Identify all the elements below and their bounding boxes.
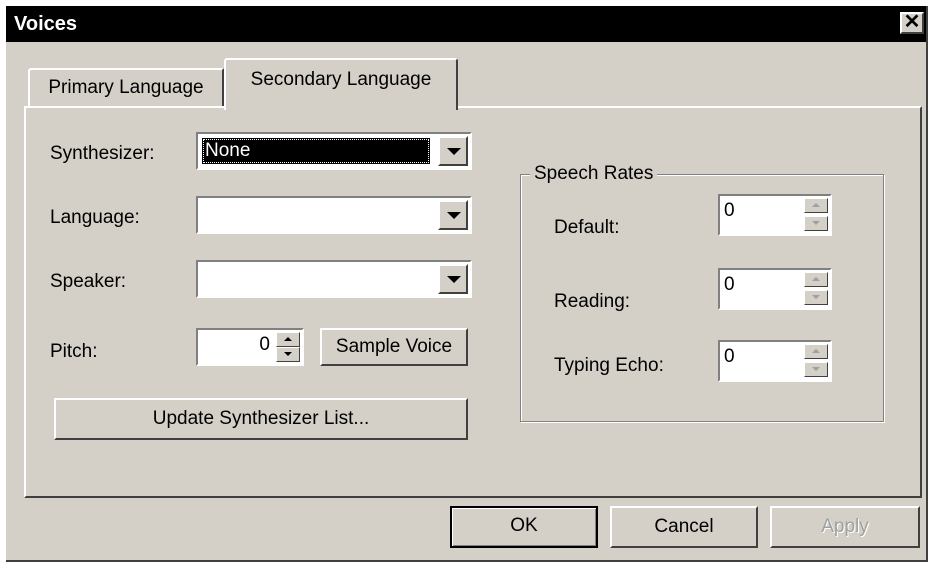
typing-echo-rate-value: 0 [724, 346, 735, 367]
pitch-field[interactable]: 0 [196, 328, 304, 366]
language-label: Language: [50, 207, 140, 228]
default-rate-label: Default: [554, 217, 620, 238]
tab-primary-language[interactable]: Primary Language [28, 68, 224, 108]
ok-button[interactable]: OK [450, 506, 598, 548]
typing-echo-rate-spinner[interactable] [804, 344, 828, 380]
sample-voice-button[interactable]: Sample Voice [320, 328, 468, 366]
tab-secondary-language[interactable]: Secondary Language [224, 58, 458, 110]
update-synthesizer-list-button[interactable]: Update Synthesizer List... [54, 398, 468, 440]
default-rate-spinner[interactable] [804, 198, 828, 234]
chevron-down-icon[interactable] [438, 136, 468, 166]
cancel-button[interactable]: Cancel [610, 506, 758, 548]
reading-rate-label: Reading: [554, 291, 631, 312]
synthesizer-combobox[interactable]: None [196, 132, 472, 170]
speaker-combobox[interactable] [196, 260, 472, 298]
speech-rates-title: Speech Rates [530, 162, 658, 186]
speaker-label: Speaker: [50, 271, 127, 292]
spin-down-icon[interactable] [804, 290, 828, 305]
spin-down-icon[interactable] [276, 347, 300, 362]
voices-dialog: Voices ✕ Primary Language Secondary Lang… [6, 6, 928, 562]
synthesizer-label: Synthesizer: [50, 143, 155, 164]
chevron-down-icon[interactable] [438, 200, 468, 230]
spin-up-icon[interactable] [804, 272, 828, 287]
close-icon[interactable]: ✕ [900, 12, 924, 34]
typing-echo-rate-label: Typing Echo: [554, 355, 664, 376]
pitch-spinner[interactable] [276, 332, 300, 362]
reading-rate-spinner[interactable] [804, 272, 828, 308]
dialog-title: Voices [14, 13, 77, 35]
spin-down-icon[interactable] [804, 362, 828, 377]
pitch-value: 0 [259, 334, 270, 355]
default-rate-field[interactable]: 0 [718, 194, 832, 236]
language-combobox[interactable] [196, 196, 472, 234]
reading-rate-value: 0 [724, 274, 735, 295]
speaker-value [202, 266, 430, 292]
title-bar[interactable]: Voices ✕ [6, 6, 926, 42]
spin-down-icon[interactable] [804, 216, 828, 231]
apply-button[interactable]: Apply [770, 506, 920, 548]
spin-up-icon[interactable] [804, 198, 828, 213]
reading-rate-field[interactable]: 0 [718, 268, 832, 310]
default-rate-value: 0 [724, 200, 735, 221]
chevron-down-icon[interactable] [438, 264, 468, 294]
spin-up-icon[interactable] [276, 332, 300, 347]
synthesizer-value: None [202, 138, 430, 164]
typing-echo-rate-field[interactable]: 0 [718, 340, 832, 382]
spin-up-icon[interactable] [804, 344, 828, 359]
language-value [202, 202, 430, 228]
pitch-label: Pitch: [50, 341, 98, 362]
